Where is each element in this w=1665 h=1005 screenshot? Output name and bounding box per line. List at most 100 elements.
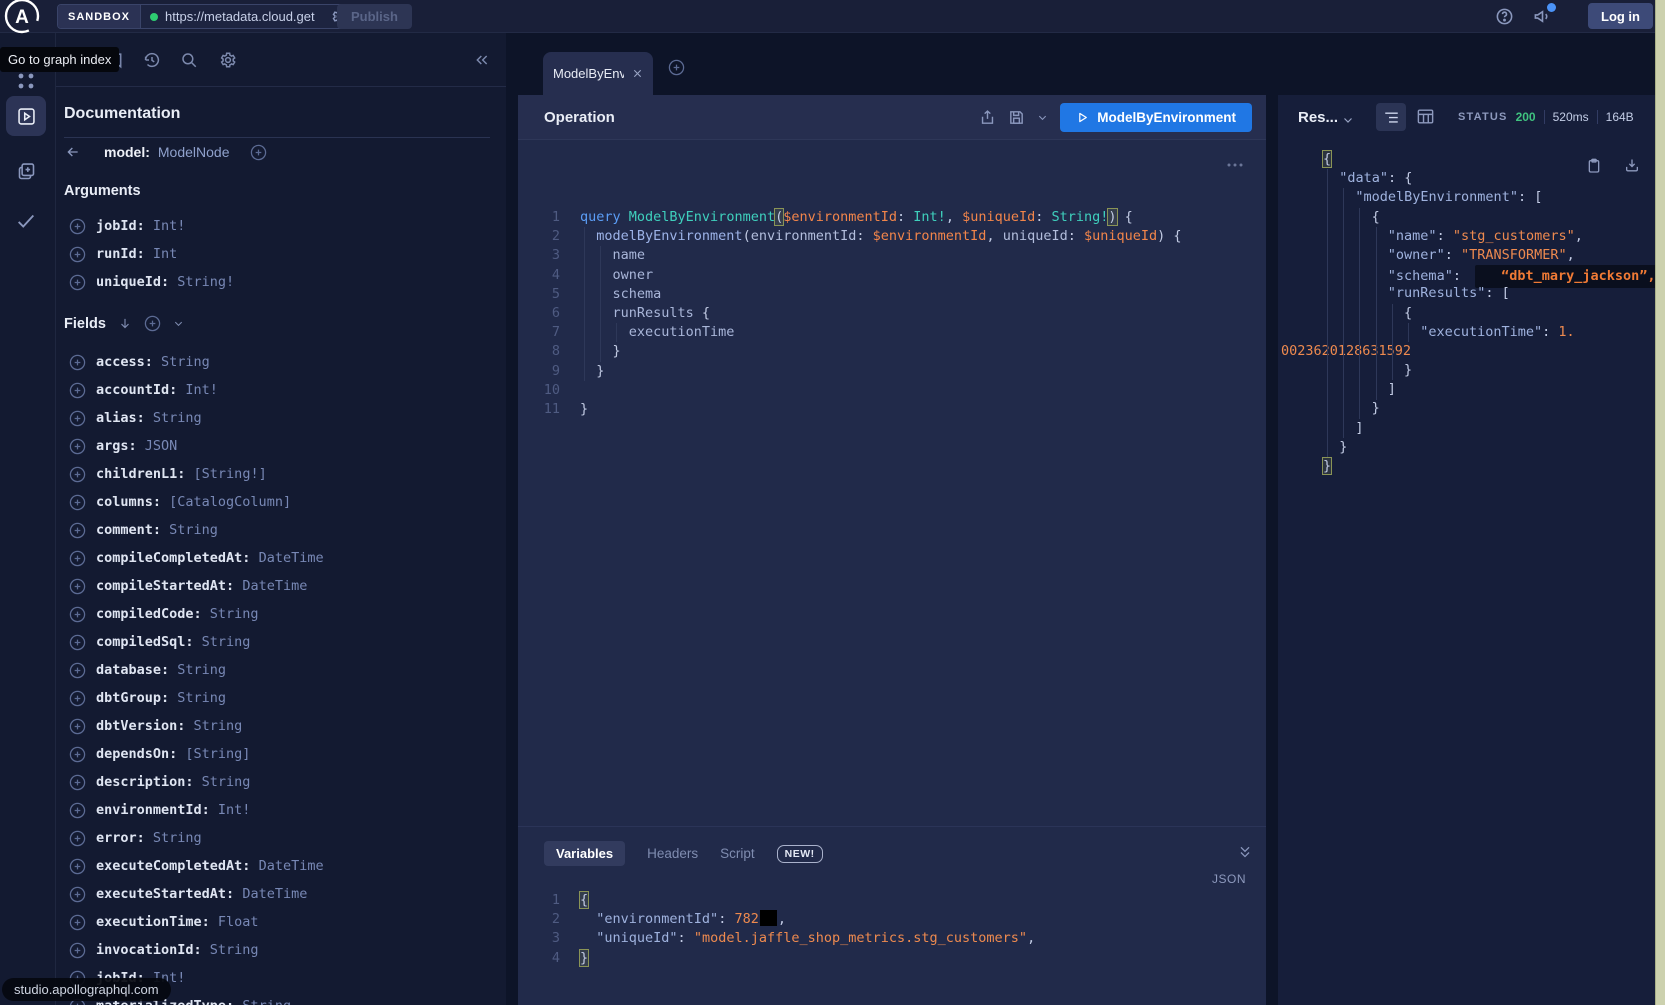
doc-breadcrumb: model: ModelNode (64, 139, 267, 165)
operation-editor[interactable]: 1query ModelByEnvironment($environmentId… (518, 140, 1266, 826)
add-field-plus-icon[interactable] (69, 410, 86, 427)
endpoint-group: SANDBOX https://metadata.cloud.get (57, 4, 355, 29)
schema-diff-icon[interactable] (6, 151, 46, 191)
code-line: 11} (518, 400, 1266, 419)
tab-variables[interactable]: Variables (544, 841, 625, 866)
add-field-plus-icon[interactable] (69, 858, 86, 875)
add-argument-plus-icon[interactable] (69, 246, 86, 263)
field-type: Int! (185, 382, 218, 398)
field-row[interactable]: dbtGroup: String (56, 684, 506, 712)
field-row[interactable]: description: String (56, 768, 506, 796)
code-line: 2 "environmentId": 782, (518, 910, 1266, 929)
argument-type: Int! (153, 218, 186, 234)
apollo-logo[interactable]: A (2, 0, 42, 36)
field-row[interactable]: invocationId: String (56, 936, 506, 964)
argument-row[interactable]: uniqueId: String! (56, 268, 506, 296)
add-field-plus-icon[interactable] (69, 606, 86, 623)
add-field-plus-icon[interactable] (69, 438, 86, 455)
add-argument-plus-icon[interactable] (69, 218, 86, 235)
field-row[interactable]: alias: String (56, 404, 506, 432)
table-view-toggle-icon[interactable] (1416, 107, 1435, 126)
sort-fields-icon[interactable] (118, 316, 132, 331)
add-field-plus-icon[interactable] (69, 774, 86, 791)
field-name: columns: (96, 494, 169, 510)
argument-row[interactable]: jobId: Int! (56, 212, 506, 240)
field-row[interactable]: comment: String (56, 516, 506, 544)
breadcrumb-type-name[interactable]: ModelNode (158, 144, 230, 160)
field-row[interactable]: dependsOn: [String] (56, 740, 506, 768)
publish-button[interactable]: Publish (337, 4, 412, 29)
editor-options-ellipsis-icon[interactable] (1226, 160, 1244, 170)
run-operation-button[interactable]: ModelByEnvironment (1060, 103, 1252, 132)
add-field-plus-icon[interactable] (69, 690, 86, 707)
add-field-plus-icon[interactable] (69, 802, 86, 819)
field-row[interactable]: error: String (56, 824, 506, 852)
collapse-panel-icon[interactable] (468, 46, 496, 74)
fields-options-chevron-icon[interactable] (173, 318, 184, 329)
add-field-plus-icon[interactable] (69, 550, 86, 567)
field-row[interactable]: columns: [CatalogColumn] (56, 488, 506, 516)
field-name: compiledSql: (96, 634, 202, 650)
field-name: dbtVersion: (96, 718, 194, 734)
response-line: } (1278, 361, 1655, 380)
add-field-plus-icon[interactable] (69, 662, 86, 679)
save-options-chevron-icon[interactable] (1037, 112, 1048, 123)
response-dropdown-chevron-icon[interactable] (1342, 114, 1354, 126)
new-tab-plus-icon[interactable] (664, 55, 688, 79)
field-row[interactable]: compiledSql: String (56, 628, 506, 656)
add-field-plus-icon[interactable] (69, 942, 86, 959)
add-field-plus-icon[interactable] (69, 494, 86, 511)
field-row[interactable]: environmentId: Int! (56, 796, 506, 824)
add-field-plus-icon[interactable] (69, 914, 86, 931)
field-row[interactable]: database: String (56, 656, 506, 684)
help-icon[interactable] (1495, 7, 1514, 26)
plus-circle-icon (69, 858, 86, 875)
add-field-plus-icon[interactable] (69, 830, 86, 847)
back-arrow-icon[interactable] (64, 144, 82, 160)
settings-gear-icon[interactable] (214, 46, 242, 74)
save-operation-icon[interactable] (1008, 109, 1025, 126)
add-field-plus-icon[interactable] (69, 522, 86, 539)
close-tab-icon[interactable] (632, 68, 643, 79)
add-field-plus-icon[interactable] (69, 746, 86, 763)
add-field-plus-icon[interactable] (69, 578, 86, 595)
argument-row[interactable]: runId: Int (56, 240, 506, 268)
checks-nav-icon[interactable] (6, 201, 46, 241)
tab-modelbyenvironment[interactable]: ModelByEnvi... (543, 52, 653, 95)
field-row[interactable]: compiledCode: String (56, 600, 506, 628)
variables-editor[interactable]: 1{2 "environmentId": 782,3 "uniqueId": "… (518, 891, 1266, 1005)
field-row[interactable]: executeCompletedAt: DateTime (56, 852, 506, 880)
history-icon[interactable] (138, 46, 166, 74)
add-field-plus-icon[interactable] (69, 718, 86, 735)
field-row[interactable]: args: JSON (56, 432, 506, 460)
add-field-plus-icon[interactable] (69, 382, 86, 399)
add-argument-plus-icon[interactable] (69, 274, 86, 291)
login-button[interactable]: Log in (1588, 3, 1653, 29)
tab-script[interactable]: Script (720, 846, 755, 861)
search-icon[interactable] (175, 46, 203, 74)
field-row[interactable]: access: String (56, 348, 506, 376)
endpoint-url-field[interactable]: https://metadata.cloud.get (141, 5, 354, 28)
field-name: description: (96, 774, 202, 790)
field-row[interactable]: executeStartedAt: DateTime (56, 880, 506, 908)
field-row[interactable]: accountId: Int! (56, 376, 506, 404)
add-field-plus-icon[interactable] (69, 466, 86, 483)
add-field-plus-icon[interactable] (69, 354, 86, 371)
field-row[interactable]: compileCompletedAt: DateTime (56, 544, 506, 572)
add-field-plus-icon[interactable] (250, 144, 267, 161)
collapse-variables-icon[interactable] (1238, 845, 1252, 860)
field-row[interactable]: dbtVersion: String (56, 712, 506, 740)
field-row[interactable]: compileStartedAt: DateTime (56, 572, 506, 600)
field-row[interactable]: childrenL1: [String!] (56, 460, 506, 488)
explorer-nav-icon[interactable] (6, 96, 46, 136)
json-view-toggle-icon[interactable] (1376, 103, 1406, 131)
plus-circle-icon (668, 59, 685, 76)
field-row[interactable]: executionTime: Float (56, 908, 506, 936)
add-field-plus-icon[interactable] (69, 634, 86, 651)
share-operation-icon[interactable] (979, 108, 996, 127)
browser-status-link: studio.apollographql.com (2, 978, 171, 1001)
announcements-icon[interactable] (1532, 7, 1553, 26)
add-field-plus-icon[interactable] (69, 886, 86, 903)
tab-headers[interactable]: Headers (647, 846, 698, 861)
add-all-fields-plus-icon[interactable] (144, 315, 161, 332)
